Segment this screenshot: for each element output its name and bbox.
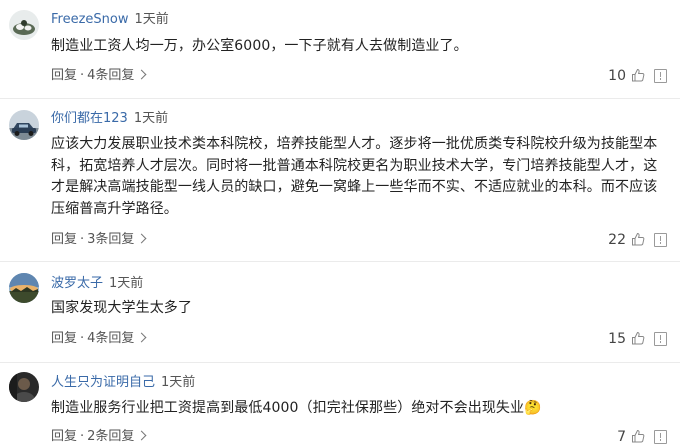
- comment-meta: FreezeSnow 1天前: [51, 12, 169, 28]
- username[interactable]: 你们都在123: [51, 111, 128, 126]
- timestamp: 1天前: [161, 375, 196, 390]
- reply-button[interactable]: 回复: [51, 429, 77, 444]
- thumbs-up-icon[interactable]: [631, 429, 645, 443]
- like-count: 22: [608, 232, 626, 248]
- divider: [0, 261, 680, 262]
- view-replies-button[interactable]: 3条回复: [87, 232, 147, 247]
- view-replies-button[interactable]: 4条回复: [87, 331, 147, 346]
- comment-text: 应该大力发展职业技术类本科院校，培养技能型人才。逐步将一批优质类专科院校升级为技…: [51, 136, 658, 217]
- chevron-down-icon: [136, 233, 147, 244]
- separator: ·: [80, 331, 85, 346]
- comment-meta: 你们都在123 1天前: [51, 111, 168, 127]
- username[interactable]: FreezeSnow: [51, 12, 129, 27]
- replies-count: 3条回复: [87, 232, 135, 247]
- thumbs-up-icon[interactable]: [631, 331, 645, 345]
- reply-button[interactable]: 回复: [51, 331, 77, 346]
- report-icon[interactable]: [654, 332, 667, 346]
- like-count: 10: [608, 68, 626, 84]
- comment-meta: 人生只为证明自己 1天前: [51, 375, 195, 391]
- chevron-down-icon: [136, 332, 147, 343]
- comment-actions: 回复 · 2条回复: [51, 429, 147, 445]
- report-icon[interactable]: [654, 233, 667, 247]
- reply-button[interactable]: 回复: [51, 68, 77, 83]
- replies-count: 4条回复: [87, 331, 135, 346]
- separator: ·: [80, 429, 85, 444]
- comment-meta: 波罗太子 1天前: [51, 276, 143, 292]
- avatar[interactable]: [9, 372, 39, 402]
- avatar[interactable]: [9, 110, 39, 140]
- like-count: 15: [608, 331, 626, 347]
- comment-text: 国家发现大学生太多了: [51, 300, 192, 316]
- username[interactable]: 波罗太子: [51, 276, 103, 291]
- comment-text: 制造业服务行业把工资提高到最低4000（扣完社保那些）绝对不会出现失业🤔: [51, 398, 663, 420]
- replies-count: 2条回复: [87, 429, 135, 444]
- timestamp: 1天前: [133, 111, 169, 126]
- replies-count: 4条回复: [87, 68, 135, 83]
- thinking-emoji: 🤔: [524, 400, 542, 416]
- thumbs-up-icon[interactable]: [631, 232, 645, 246]
- separator: ·: [80, 232, 85, 247]
- avatar[interactable]: [9, 10, 39, 40]
- chevron-down-icon: [136, 69, 147, 80]
- comment-actions: 回复 · 3条回复: [51, 232, 147, 248]
- username[interactable]: 人生只为证明自己: [51, 375, 155, 390]
- report-icon[interactable]: [654, 430, 667, 444]
- separator: ·: [80, 68, 85, 83]
- view-replies-button[interactable]: 2条回复: [87, 429, 147, 444]
- divider: [0, 98, 680, 99]
- comment-text: 制造业工资人均一万，办公室6000，一下子就有人去做制造业了。: [51, 38, 468, 54]
- reply-button[interactable]: 回复: [51, 232, 77, 247]
- timestamp: 1天前: [109, 276, 144, 291]
- comment-actions: 回复 · 4条回复: [51, 68, 147, 84]
- view-replies-button[interactable]: 4条回复: [87, 68, 147, 83]
- divider: [0, 362, 680, 363]
- comment-actions: 回复 · 4条回复: [51, 331, 147, 347]
- avatar[interactable]: [9, 273, 39, 303]
- report-icon[interactable]: [654, 69, 667, 83]
- comment-feed: FreezeSnow 1天前 制造业工资人均一万，办公室6000，一下子就有人去做…: [0, 0, 680, 445]
- comment-body: 制造业服务行业把工资提高到最低4000（扣完社保那些）绝对不会出现失业: [51, 400, 525, 416]
- like-count: 7: [617, 429, 626, 445]
- timestamp: 1天前: [134, 12, 169, 27]
- thumbs-up-icon[interactable]: [631, 68, 645, 82]
- chevron-down-icon: [136, 430, 147, 441]
